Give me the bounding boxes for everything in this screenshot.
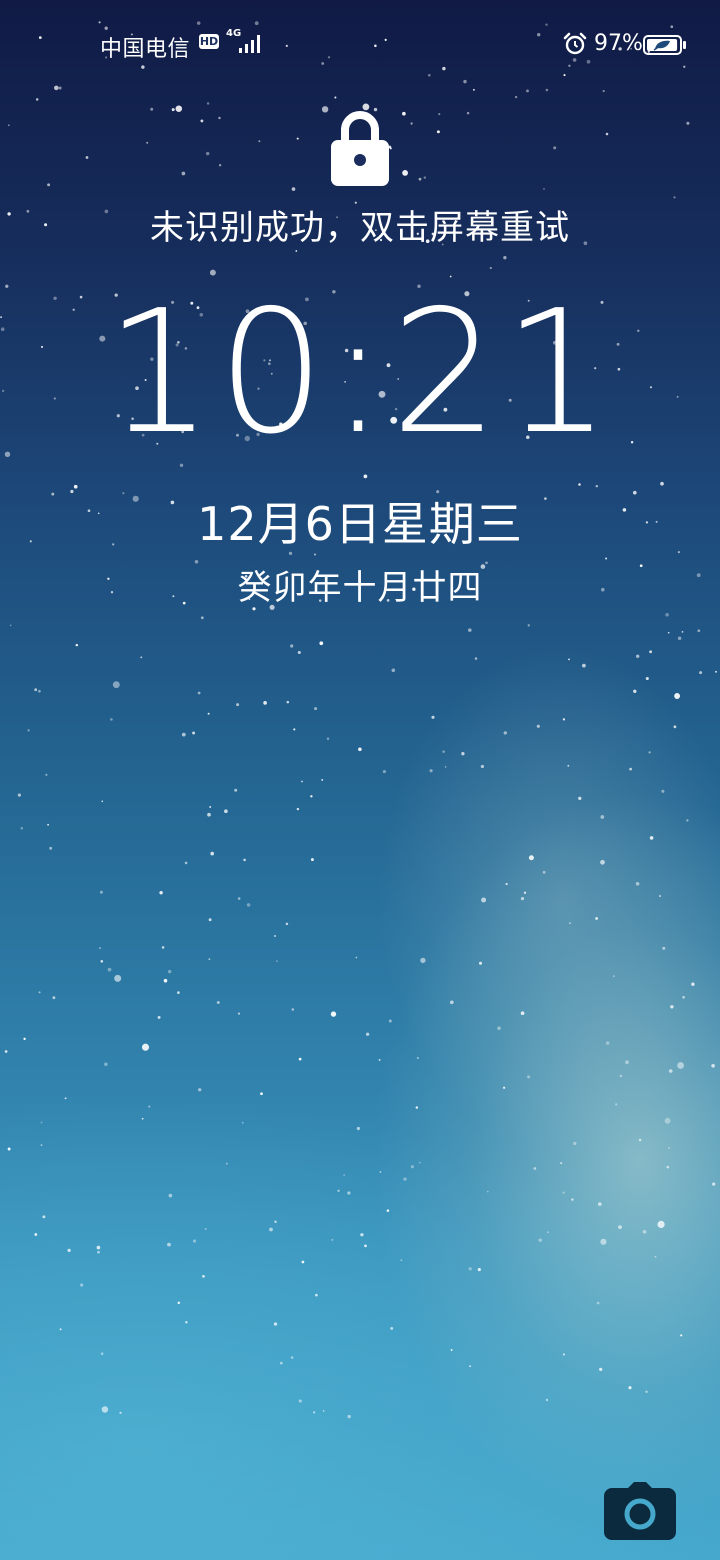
carrier-name: 中国电信 [100,37,191,62]
lock-icon [331,111,389,186]
status-bar: 中国电信 HD 4G 97% [0,28,720,62]
signal-bars-icon [239,35,260,53]
battery-percentage: 97% [594,31,643,56]
camera-icon[interactable] [604,1480,676,1540]
hd-voice-badge: HD [199,34,219,49]
battery-leaf-icon [643,35,686,55]
lunar-date-text: 癸卯年十月廿四 [237,568,483,608]
lock-screen[interactable]: 中国电信 HD 4G 97% 未识别成功，双击屏幕重试 10:21 12月6日星… [0,0,720,1560]
alarm-clock-icon [563,32,587,55]
unlock-hint-text: 未识别成功，双击屏幕重试 [150,208,570,248]
date-text: 12月6日星期三 [197,497,523,551]
clock-time: 10:21 [105,274,615,472]
